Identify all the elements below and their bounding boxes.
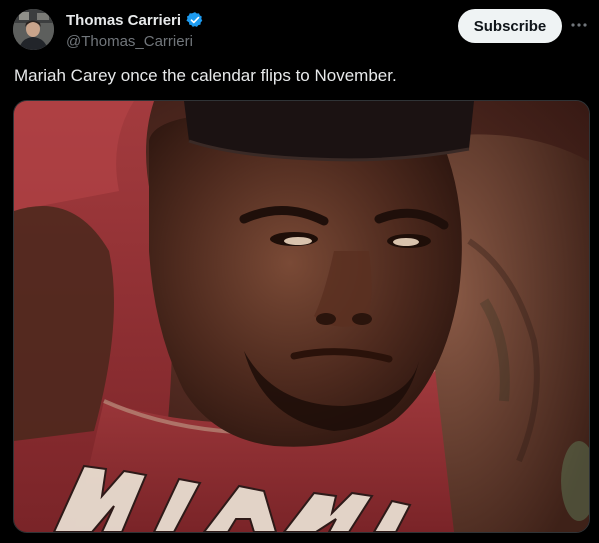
tweet: Thomas Carrieri @Thomas_Carrieri Subscri… <box>0 0 599 543</box>
more-horizontal-icon[interactable] <box>568 14 590 36</box>
subscribe-button[interactable]: Subscribe <box>458 9 562 43</box>
tweet-text: Mariah Carey once the calendar flips to … <box>14 66 397 85</box>
author-name-row[interactable]: Thomas Carrieri <box>66 10 204 30</box>
avatar-photo <box>13 9 54 50</box>
author-display-name[interactable]: Thomas Carrieri <box>66 12 181 29</box>
tweet-media-image[interactable] <box>13 100 590 533</box>
avatar[interactable] <box>13 9 54 50</box>
verified-badge-icon <box>186 11 204 29</box>
author-handle[interactable]: @Thomas_Carrieri <box>66 33 193 50</box>
media-photo <box>14 101 589 532</box>
